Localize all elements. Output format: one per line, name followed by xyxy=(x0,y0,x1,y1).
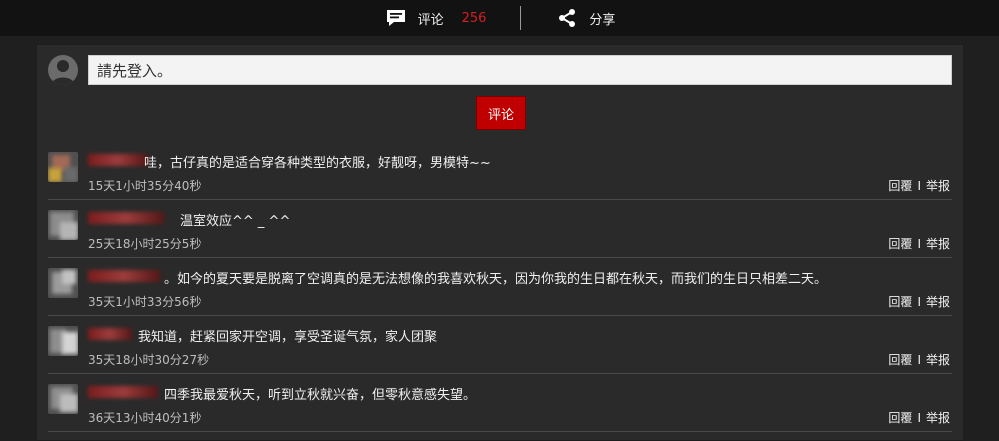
comment-item: 。如今的夏天要是脱离了空调真的是无法想像的我喜欢秋天，因为你我的生日都在秋天，而… xyxy=(48,258,952,316)
comment-icon xyxy=(384,7,408,29)
comment-item: 我知道，赶紧回家开空调，享受圣诞气氛，家人团聚 35天18小时30分27秒 回覆… xyxy=(48,316,952,374)
comment-time: 15天1小时35分40秒 xyxy=(88,179,202,193)
report-link[interactable]: 举报 xyxy=(926,235,950,252)
comment-text: 。如今的夏天要是脱离了空调真的是无法想像的我喜欢秋天，因为你我的生日都在秋天，而… xyxy=(164,272,828,287)
report-link[interactable]: 举报 xyxy=(926,293,950,310)
commenter-name-blurred xyxy=(88,154,148,166)
reply-link[interactable]: 回覆 xyxy=(888,235,912,252)
comment-item: 温室效应^^ _ ^^ 25天18小时25分5秒 回覆 I 举报 xyxy=(48,200,952,258)
comment-item: 哇，古仔真的是适合穿各种类型的衣服，好靓呀，男模特~~ 15天1小时35分40秒… xyxy=(48,142,952,200)
submit-comment-button[interactable]: 评论 xyxy=(476,96,526,130)
comment-tab-label: 评论 xyxy=(417,12,444,28)
action-separator: I xyxy=(917,236,921,251)
report-link[interactable]: 举报 xyxy=(926,351,950,368)
report-link[interactable]: 举报 xyxy=(926,409,950,426)
comment-actions: 回覆 I 举报 xyxy=(888,409,950,426)
reply-link[interactable]: 回覆 xyxy=(888,177,912,194)
comment-time: 25天18小时25分5秒 xyxy=(88,237,202,251)
reply-link[interactable]: 回覆 xyxy=(888,351,912,368)
comment-text: 哇，古仔真的是适合穿各种类型的衣服，好靓呀，男模特~~ xyxy=(144,156,491,171)
share-label: 分享 xyxy=(589,12,616,28)
action-separator: I xyxy=(917,410,921,425)
report-link[interactable]: 举报 xyxy=(926,177,950,194)
comment-text: 我知道，赶紧回家开空调，享受圣诞气氛，家人团聚 xyxy=(138,330,438,345)
comment-actions: 回覆 I 举报 xyxy=(888,293,950,310)
comment-actions: 回覆 I 举报 xyxy=(888,235,950,252)
comment-list: 哇，古仔真的是适合穿各种类型的衣服，好靓呀，男模特~~ 15天1小时35分40秒… xyxy=(48,142,952,432)
commenter-avatar xyxy=(48,268,78,298)
comments-panel: 請先登入。 评论 哇，古仔真的是适合穿各种类型的衣服，好靓呀，男模特~~ 15天… xyxy=(36,44,964,441)
commenter-avatar xyxy=(48,326,78,356)
action-separator: I xyxy=(917,178,921,193)
share-button[interactable]: 分享 xyxy=(555,0,615,36)
comment-tab[interactable]: 评论 256 xyxy=(384,0,487,36)
comment-actions: 回覆 I 举报 xyxy=(888,351,950,368)
comment-text: 四季我最爱秋天，听到立秋就兴奋，但零秋意感失望。 xyxy=(164,388,477,403)
share-icon xyxy=(555,7,579,29)
commenter-avatar xyxy=(48,152,78,182)
comment-actions: 回覆 I 举报 xyxy=(888,177,950,194)
login-row: 請先登入。 xyxy=(48,54,952,86)
commenter-name-blurred xyxy=(88,328,132,340)
comment-count: 256 xyxy=(461,10,487,26)
comment-item: 四季我最爱秋天，听到立秋就兴奋，但零秋意感失望。 36天13小时40分1秒 回覆… xyxy=(48,374,952,432)
commenter-name-blurred xyxy=(88,386,158,398)
top-bar: 评论 256 分享 xyxy=(0,0,999,36)
comment-time: 35天1小时33分56秒 xyxy=(88,295,202,309)
commenter-name-blurred xyxy=(88,270,160,282)
top-divider xyxy=(520,6,522,30)
comment-time: 35天18小时30分27秒 xyxy=(88,353,210,367)
reply-link[interactable]: 回覆 xyxy=(888,293,912,310)
commenter-avatar xyxy=(48,210,78,240)
comment-time: 36天13小时40分1秒 xyxy=(88,411,202,425)
user-avatar-icon xyxy=(48,55,78,85)
commenter-name-blurred xyxy=(88,212,164,224)
comment-text: 温室效应^^ _ ^^ xyxy=(180,214,291,229)
action-separator: I xyxy=(917,294,921,309)
login-input[interactable]: 請先登入。 xyxy=(88,55,952,85)
reply-link[interactable]: 回覆 xyxy=(888,409,912,426)
commenter-avatar xyxy=(48,384,78,414)
action-separator: I xyxy=(917,352,921,367)
